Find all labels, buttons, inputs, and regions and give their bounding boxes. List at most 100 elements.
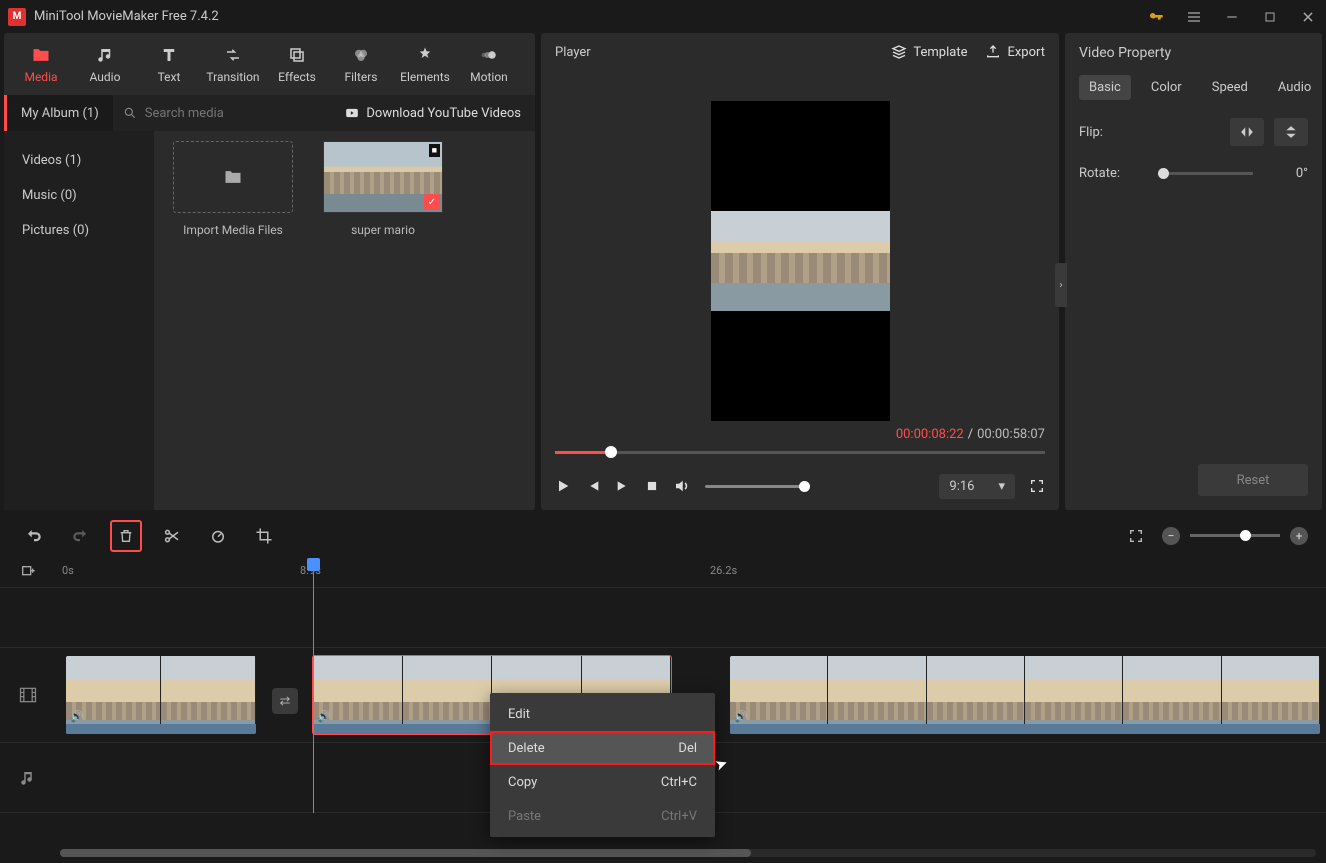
rotate-label: Rotate:: [1079, 166, 1120, 181]
prop-tab-speed[interactable]: Speed: [1202, 75, 1258, 100]
import-media[interactable]: [173, 141, 293, 213]
titlebar: M MiniTool MovieMaker Free 7.4.2: [0, 0, 1326, 33]
chevron-down-icon: ▾: [998, 479, 1005, 494]
app-title: MiniTool MovieMaker Free 7.4.2: [34, 9, 219, 24]
prop-tab-color[interactable]: Color: [1141, 75, 1192, 100]
app-logo: M: [8, 8, 26, 26]
video-badge-icon: ■: [429, 144, 440, 157]
ctx-edit[interactable]: Edit: [490, 697, 715, 731]
music-track-icon: [0, 743, 56, 812]
zoom-in-icon[interactable]: +: [1290, 527, 1308, 545]
tab-effects[interactable]: Effects: [266, 36, 328, 92]
sidebar-videos[interactable]: Videos (1): [4, 143, 154, 178]
sidebar-music[interactable]: Music (0): [4, 178, 154, 213]
reset-button[interactable]: Reset: [1198, 464, 1308, 496]
check-icon: ✓: [424, 194, 440, 210]
effects-icon: [288, 44, 306, 66]
time-total: 00:00:58:07: [977, 427, 1045, 442]
clip-1[interactable]: 🔊: [66, 656, 256, 734]
export-button[interactable]: Export: [985, 44, 1045, 60]
stop-icon[interactable]: [645, 479, 659, 493]
fullscreen-icon[interactable]: [1029, 478, 1045, 494]
tab-transition[interactable]: Transition: [202, 36, 264, 92]
track-overlay[interactable]: [0, 588, 1326, 648]
media-label: super mario: [351, 223, 415, 237]
close-icon[interactable]: [1298, 7, 1318, 27]
template-button[interactable]: Template: [891, 44, 967, 60]
ruler-mark: 26.2s: [710, 564, 737, 577]
timeline: 0s 8.9s 26.2s 🔊 ⇄ 🔊 🔊 Edit DeleteDel Cop…: [0, 558, 1326, 863]
media-sidebar: Videos (1) Music (0) Pictures (0): [4, 131, 154, 510]
tab-media[interactable]: Media: [10, 36, 72, 92]
panel-collapse-icon[interactable]: ›: [1055, 263, 1067, 307]
timeline-ruler[interactable]: 0s 8.9s 26.2s: [0, 558, 1326, 588]
tab-motion[interactable]: Motion: [458, 36, 520, 92]
motion-icon: [480, 44, 498, 66]
tab-elements[interactable]: Elements: [394, 36, 456, 92]
prop-tab-audio[interactable]: Audio: [1268, 75, 1321, 100]
text-icon: [160, 44, 178, 66]
ctx-paste: PasteCtrl+V: [490, 799, 715, 833]
property-title: Video Property: [1079, 45, 1308, 61]
import-label: Import Media Files: [183, 223, 283, 237]
prop-tab-basic[interactable]: Basic: [1079, 75, 1131, 100]
media-thumb[interactable]: ■ ✓: [323, 141, 443, 213]
ctx-delete[interactable]: DeleteDel: [490, 731, 715, 765]
menu-icon[interactable]: [1184, 7, 1204, 27]
transition-slot-icon[interactable]: ⇄: [272, 688, 298, 714]
search-icon: [123, 106, 137, 120]
aspect-ratio-select[interactable]: 9:16▾: [939, 474, 1015, 499]
player-panel: Player Template Export 00:00:08:22 / 00:…: [541, 33, 1059, 510]
album-tab[interactable]: My Album (1): [4, 95, 113, 131]
delete-icon[interactable]: [110, 520, 142, 552]
film-icon: [0, 648, 56, 742]
zoom-slider[interactable]: [1190, 534, 1280, 537]
playhead[interactable]: [313, 558, 314, 813]
tab-text[interactable]: Text: [138, 36, 200, 92]
clip-volume-icon: 🔊: [70, 710, 84, 723]
ruler-mark: 0s: [62, 564, 74, 577]
volume-slider[interactable]: [705, 485, 805, 488]
tab-filters[interactable]: Filters: [330, 36, 392, 92]
speed-icon[interactable]: [202, 520, 234, 552]
crop-icon[interactable]: [248, 520, 280, 552]
player-viewport: [711, 101, 890, 421]
undo-icon[interactable]: [18, 520, 50, 552]
download-youtube[interactable]: Download YouTube Videos: [330, 106, 535, 121]
zoom-out-icon[interactable]: −: [1162, 527, 1180, 545]
search-input[interactable]: [145, 106, 275, 121]
timeline-scrollbar[interactable]: [60, 849, 1316, 857]
rotate-value: 0°: [1296, 166, 1308, 181]
key-icon[interactable]: [1146, 7, 1166, 27]
transition-icon: [223, 44, 243, 66]
seek-bar[interactable]: [555, 442, 1045, 462]
rotate-slider[interactable]: [1163, 172, 1253, 175]
maximize-icon[interactable]: [1260, 7, 1280, 27]
filters-icon: [352, 44, 370, 66]
play-icon[interactable]: [555, 478, 571, 494]
prev-frame-icon[interactable]: [585, 478, 601, 494]
clip-volume-icon: 🔊: [734, 710, 748, 723]
redo-icon[interactable]: [64, 520, 96, 552]
tab-audio[interactable]: Audio: [74, 36, 136, 92]
next-frame-icon[interactable]: [615, 478, 631, 494]
flip-vertical-icon[interactable]: [1274, 118, 1308, 146]
music-icon: [96, 44, 114, 66]
split-icon[interactable]: [156, 520, 188, 552]
fit-icon[interactable]: [1120, 520, 1152, 552]
player-title: Player: [555, 45, 591, 60]
sidebar-pictures[interactable]: Pictures (0): [4, 213, 154, 248]
clip-volume-icon: 🔊: [317, 710, 331, 723]
media-panel: Media Audio Text Transition Effects Filt…: [4, 33, 535, 510]
property-panel: › Video Property Basic Color Speed Audio…: [1065, 33, 1322, 510]
ctx-copy[interactable]: CopyCtrl+C: [490, 765, 715, 799]
youtube-icon: [344, 106, 360, 120]
folder-icon: [31, 44, 51, 66]
flip-horizontal-icon[interactable]: [1230, 118, 1264, 146]
volume-icon[interactable]: [673, 477, 691, 495]
minimize-icon[interactable]: [1222, 7, 1242, 27]
clip-3[interactable]: 🔊: [730, 656, 1320, 734]
time-current: 00:00:08:22: [896, 427, 964, 442]
add-marker-icon[interactable]: [20, 564, 36, 580]
elements-icon: [416, 44, 434, 66]
